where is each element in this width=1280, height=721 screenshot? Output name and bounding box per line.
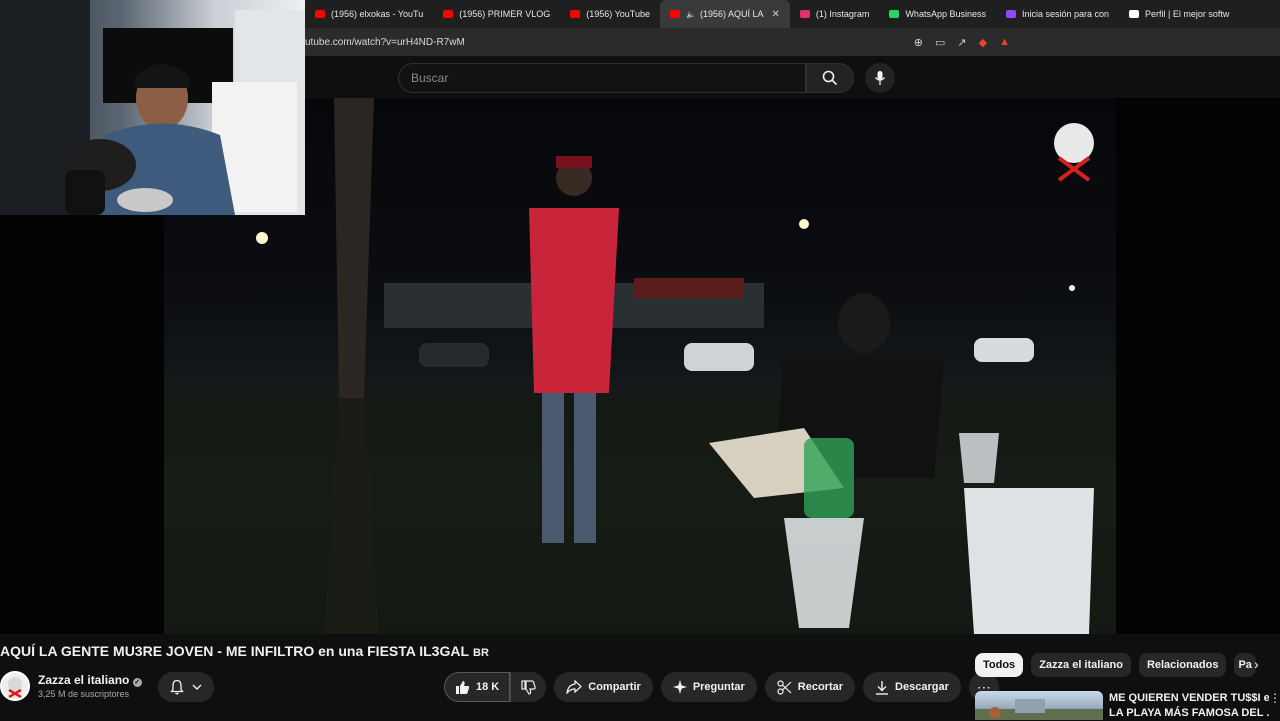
channel-avatar[interactable]: [0, 671, 30, 701]
download-icon: [876, 680, 889, 695]
youtube-icon: [315, 10, 325, 18]
recommended-thumbnail[interactable]: [975, 691, 1103, 720]
share-arrow-icon: [566, 680, 583, 694]
cast-icon[interactable]: ▭: [935, 36, 945, 49]
browser-tab-bar: (1956) elxokas - YouTu (1956) PRIMER VLOG…: [305, 0, 1280, 28]
microphone-icon: [874, 71, 886, 85]
youtube-icon: [670, 10, 680, 18]
browser-tab-label: (1956) PRIMER VLOG: [459, 9, 551, 19]
video-title: AQUÍ LA GENTE MU3RE JOVEN - ME INFILTRO …: [0, 643, 970, 665]
browser-tab-label: Inicia sesión para con: [1021, 9, 1110, 19]
sparkle-icon: [672, 680, 687, 694]
search-button[interactable]: [806, 63, 854, 93]
avatar-face-icon: [8, 677, 22, 699]
browser-tab-label: (1956) AQUÍ LA: [699, 9, 764, 19]
twitch-icon: [1005, 10, 1016, 18]
share-icon[interactable]: ↗: [957, 36, 966, 49]
ask-label: Preguntar: [692, 681, 745, 693]
channel-name[interactable]: Zazza el italiano ✓: [38, 673, 142, 687]
browser-tab-label: WhatsApp Business: [905, 9, 986, 19]
browser-tab[interactable]: (1956) elxokas - YouTu: [305, 0, 433, 28]
browser-tab[interactable]: (1956) PRIMER VLOG: [433, 0, 560, 28]
subscriber-count: 3,25 M de suscriptores: [38, 689, 130, 699]
chip-1[interactable]: Zazza el italiano: [1031, 653, 1131, 677]
clip-label: Recortar: [797, 681, 844, 693]
scissors-icon: [777, 679, 792, 695]
browser-tab-label: Perfil | El mejor softw: [1145, 9, 1230, 19]
video-title-text: AQUÍ LA GENTE MU3RE JOVEN - ME INFILTRO …: [0, 643, 470, 659]
browser-tab-label: (1956) YouTube: [586, 9, 650, 19]
recommended-video[interactable]: ME QUIEREN VENDER TU$$I en LA PLAYA MÁS …: [975, 691, 1280, 720]
browser-tab[interactable]: (1) Instagram: [790, 0, 880, 28]
browser-tab[interactable]: Inicia sesión para con: [996, 0, 1119, 28]
zoom-icon[interactable]: ⊕: [914, 36, 923, 49]
video-scene-illustration: [164, 98, 1116, 634]
like-dislike-group: 18 K: [444, 672, 547, 702]
thumbnail-illustration: [975, 699, 1103, 720]
recommended-title-line1: ME QUIEREN VENDER TU$$I en: [1109, 692, 1269, 704]
search-icon: [822, 70, 838, 86]
notification-bell-button[interactable]: [158, 672, 214, 702]
webcam-overlay: [0, 0, 305, 215]
like-button[interactable]: 18 K: [444, 672, 511, 702]
download-button[interactable]: Descargar: [863, 672, 961, 702]
webcam-illustration: [0, 0, 305, 215]
kebab-menu-icon[interactable]: ⋮: [1269, 691, 1280, 705]
clip-button[interactable]: Recortar: [764, 672, 856, 702]
title-badge: BR: [473, 647, 489, 659]
recommended-title-line2: LA PLAYA MÁS FAMOSA DEL ...: [1109, 707, 1269, 719]
browser-tab[interactable]: (1956) YouTube: [560, 0, 660, 28]
browser-tab[interactable]: 🔈 (1956) AQUÍ LA ✕: [660, 0, 790, 28]
diamond-icon: [1129, 10, 1140, 18]
brave-shield-icon[interactable]: ◆: [979, 36, 987, 49]
browser-tab[interactable]: WhatsApp Business: [879, 0, 996, 28]
chip-2[interactable]: Relacionados: [1138, 653, 1227, 677]
ask-button[interactable]: Preguntar: [660, 672, 757, 702]
like-count: 18 K: [476, 681, 500, 693]
speaker-icon[interactable]: 🔈: [686, 10, 696, 19]
download-label: Descargar: [895, 681, 949, 693]
video-actions: 18 K Compartir Preguntar Recortar Descar…: [444, 672, 999, 702]
rewards-icon[interactable]: ▲: [999, 36, 1010, 48]
chevron-right-icon[interactable]: ›: [1254, 656, 1259, 672]
video-frame: [164, 98, 1116, 634]
verified-icon: ✓: [132, 678, 142, 687]
channel-name-text[interactable]: Zazza el italiano: [38, 673, 129, 687]
bell-icon: [170, 679, 184, 695]
related-chips: Todos Zazza el italiano Relacionados Pa: [975, 653, 1257, 677]
thumbs-down-icon: [521, 679, 536, 695]
share-button[interactable]: Compartir: [554, 672, 653, 702]
browser-tab-label: (1956) elxokas - YouTu: [331, 9, 424, 19]
search-placeholder: Buscar: [411, 71, 449, 85]
whatsapp-icon: [889, 10, 900, 18]
youtube-header: Buscar: [305, 56, 1280, 98]
thumbs-up-icon: [456, 680, 470, 694]
browser-tab[interactable]: Perfil | El mejor softw: [1119, 0, 1239, 28]
chevron-down-icon: [192, 684, 202, 690]
close-tab-icon[interactable]: ✕: [772, 9, 780, 20]
youtube-icon: [570, 10, 581, 18]
address-bar[interactable]: utube.com/watch?v=urH4ND-R7wM ⊕ ▭ ↗ ◆ ▲: [305, 28, 1280, 56]
url-text[interactable]: utube.com/watch?v=urH4ND-R7wM: [305, 37, 914, 48]
recommended-title[interactable]: ME QUIEREN VENDER TU$$I en LA PLAYA MÁS …: [1109, 691, 1269, 721]
share-label: Compartir: [588, 681, 641, 693]
chip-0[interactable]: Todos: [975, 653, 1024, 677]
dislike-button[interactable]: [510, 672, 546, 702]
youtube-icon: [443, 10, 454, 18]
search-input[interactable]: Buscar: [398, 63, 806, 93]
voice-search-button[interactable]: [865, 63, 895, 93]
instagram-icon: [799, 10, 810, 18]
browser-tab-label: (1) Instagram: [815, 9, 870, 19]
channel-row: Zazza el italiano ✓ 3,25 M de suscriptor…: [0, 669, 440, 705]
